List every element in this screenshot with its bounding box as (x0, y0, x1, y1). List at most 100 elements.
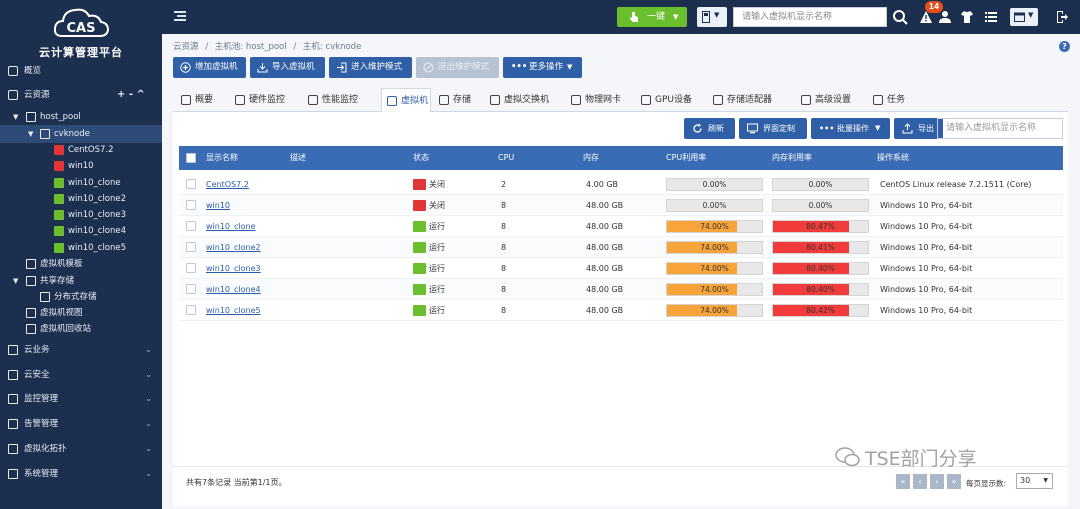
nav-cloud-business[interactable]: 云业务 ⌄ (0, 341, 162, 359)
vm-icon (387, 96, 397, 106)
hand-pointer-icon (630, 12, 638, 22)
vm-search-input[interactable]: 请输入虚拟机显示名称 (937, 118, 1063, 139)
tree-actions[interactable]: + - ^ (117, 86, 145, 104)
select-all-checkbox[interactable] (186, 153, 196, 163)
nav-vm-recycle-bin[interactable]: 虚拟机回收站 (0, 320, 162, 338)
nav-virt-topology[interactable]: 虚拟化拓扑 ⌄ (0, 440, 162, 458)
vm-name-link[interactable]: CentOS7.2 (206, 174, 249, 195)
col-mem[interactable]: 内存 (583, 146, 599, 170)
vm-name-link[interactable]: win10_clone2 (206, 237, 261, 258)
row-checkbox[interactable] (186, 242, 196, 252)
batch-ops-button[interactable]: ••• 批量操作 ▼ (811, 118, 890, 139)
tshirt-icon[interactable] (960, 10, 974, 24)
col-mem-util[interactable]: 内存利用率 (772, 146, 812, 170)
col-cpu-util[interactable]: CPU利用率 (666, 146, 706, 170)
row-checkbox[interactable] (186, 284, 196, 294)
row-checkbox[interactable] (186, 179, 196, 189)
tab-vswitch[interactable]: 虚拟交换机 (490, 88, 564, 112)
vm-memory: 48.00 GB (586, 285, 624, 294)
nav-vm-win10-clone4[interactable]: win10_clone4 (0, 222, 162, 240)
nav-overview[interactable]: 概览 (0, 62, 162, 80)
caret-down-icon[interactable]: ▼ (13, 108, 18, 126)
row-checkbox[interactable] (186, 200, 196, 210)
nav-vm-template[interactable]: 虚拟机模板 (0, 255, 162, 273)
vm-name-link[interactable]: win10 (206, 195, 230, 216)
nav-host-pool[interactable]: ▼ host_pool (0, 108, 162, 126)
nav-label: win10_clone4 (68, 226, 127, 236)
nav-cloud-resource[interactable]: 云资源 + - ^ (0, 86, 162, 104)
next-page-button[interactable]: › (930, 474, 944, 489)
ellipsis-icon: ••• (819, 124, 835, 133)
gpu-icon (641, 95, 651, 105)
enter-maintenance-button[interactable]: 进入维护模式 (329, 57, 412, 78)
nav-cloud-security[interactable]: 云安全 ⌄ (0, 366, 162, 384)
tab-perf-monitor[interactable]: 性能监控 (308, 88, 374, 112)
table-row[interactable]: win10_clone3 运行 8 48.00 GB 74.00% 80.40% Windo… (179, 258, 1063, 279)
col-name[interactable]: 显示名称 (206, 146, 238, 170)
breadcrumb-host-pool[interactable]: 主机池: host_pool (215, 42, 287, 52)
tab-nic[interactable]: 物理网卡 (571, 88, 633, 112)
table-row[interactable]: win10_clone2 运行 8 48.00 GB 74.00% 80.41% Windo… (179, 237, 1063, 258)
vm-name-link[interactable]: win10_clone3 (206, 258, 261, 279)
cpu-util-bar: 0.00% (666, 199, 763, 212)
tab-advanced[interactable]: 高级设置 (801, 88, 865, 112)
cvknode-icon (40, 129, 50, 139)
exit-maintenance-button[interactable]: 退出维护模式 (416, 57, 499, 78)
breadcrumb-cloud-resource[interactable]: 云资源 (173, 42, 199, 52)
export-button[interactable]: 导出 (894, 118, 943, 139)
list-icon[interactable] (984, 10, 998, 24)
import-vm-button[interactable]: 导入虚拟机 (250, 57, 325, 78)
topology-icon (8, 444, 18, 454)
vm-name-link[interactable]: win10_clone5 (206, 300, 261, 321)
add-vm-button[interactable]: 增加虚拟机 (173, 57, 246, 78)
nav-monitor-mgmt[interactable]: 监控管理 ⌄ (0, 390, 162, 408)
nav-vm-win10[interactable]: win10 (0, 157, 162, 175)
chevron-down-icon: ▼ (1043, 477, 1048, 484)
mem-util-bar: 80.40% (772, 262, 869, 275)
breadcrumb-separator: / (205, 42, 209, 52)
table-row[interactable]: win10_clone4 运行 8 48.00 GB 74.00% 80.40% Windo… (179, 279, 1063, 300)
ui-custom-button[interactable]: 界面定制 (739, 118, 807, 139)
col-cpu[interactable]: CPU (498, 146, 514, 170)
table-row[interactable]: win10_clone 运行 8 48.00 GB 74.00% 80.47% Window… (179, 216, 1063, 237)
col-os[interactable]: 操作系统 (877, 146, 909, 170)
nav-alarm-mgmt[interactable]: 告警管理 ⌄ (0, 415, 162, 433)
nav-system-mgmt[interactable]: 系统管理 ⌄ (0, 465, 162, 483)
table-row[interactable]: CentOS7.2 关闭 2 4.00 GB 0.00% 0.00% CentOS Linu… (179, 174, 1063, 195)
tab-storage[interactable]: 存储 (439, 88, 483, 112)
one-key-button[interactable]: 一键 ▼ (617, 7, 687, 27)
tab-label: 存储 (453, 95, 472, 105)
display-dropdown[interactable]: ▼ (1010, 8, 1038, 26)
prev-page-button[interactable]: ‹ (913, 474, 927, 489)
logout-icon[interactable] (1055, 10, 1069, 24)
vm-name-link[interactable]: win10_clone (206, 216, 256, 237)
tab-hw-monitor[interactable]: 硬件监控 (235, 88, 301, 112)
search-icon[interactable] (891, 8, 909, 26)
vm-name-link[interactable]: win10_clone4 (206, 279, 261, 300)
row-checkbox[interactable] (186, 305, 196, 315)
tab-summary[interactable]: 概要 (181, 88, 229, 112)
top-search-input[interactable]: 请输入虚拟机显示名称 (733, 7, 887, 27)
col-status[interactable]: 状态 (413, 146, 429, 170)
tab-gpu[interactable]: GPU设备 (641, 88, 705, 112)
tab-vm[interactable]: 虚拟机 (381, 88, 431, 113)
more-ops-button[interactable]: ••• 更多操作 ▼ (503, 57, 582, 78)
nav-label: 概览 (24, 66, 42, 76)
last-page-button[interactable]: » (947, 474, 961, 489)
table-row[interactable]: win10 关闭 8 48.00 GB 0.00% 0.00% Windows 10 Pro… (179, 195, 1063, 216)
tab-tasks[interactable]: 任务 (873, 88, 917, 112)
refresh-button[interactable]: 刷新 (684, 118, 735, 139)
col-desc[interactable]: 描述 (290, 146, 306, 170)
vm-type-dropdown[interactable]: ▼ (697, 7, 727, 27)
row-checkbox[interactable] (186, 263, 196, 273)
row-checkbox[interactable] (186, 221, 196, 231)
table-row[interactable]: win10_clone5 运行 8 48.00 GB 74.00% 80.42% Windo… (179, 300, 1063, 321)
help-icon[interactable]: ? (1059, 41, 1070, 52)
advanced-icon (801, 95, 811, 105)
tab-storage-adapter[interactable]: 存储适配器 (713, 88, 793, 112)
user-icon[interactable] (938, 10, 952, 24)
per-page-select[interactable]: 30 ▼ (1016, 473, 1053, 489)
first-page-button[interactable]: « (896, 474, 910, 489)
menu-toggle-icon[interactable] (174, 11, 186, 21)
chevron-down-icon: ⌄ (145, 345, 152, 354)
